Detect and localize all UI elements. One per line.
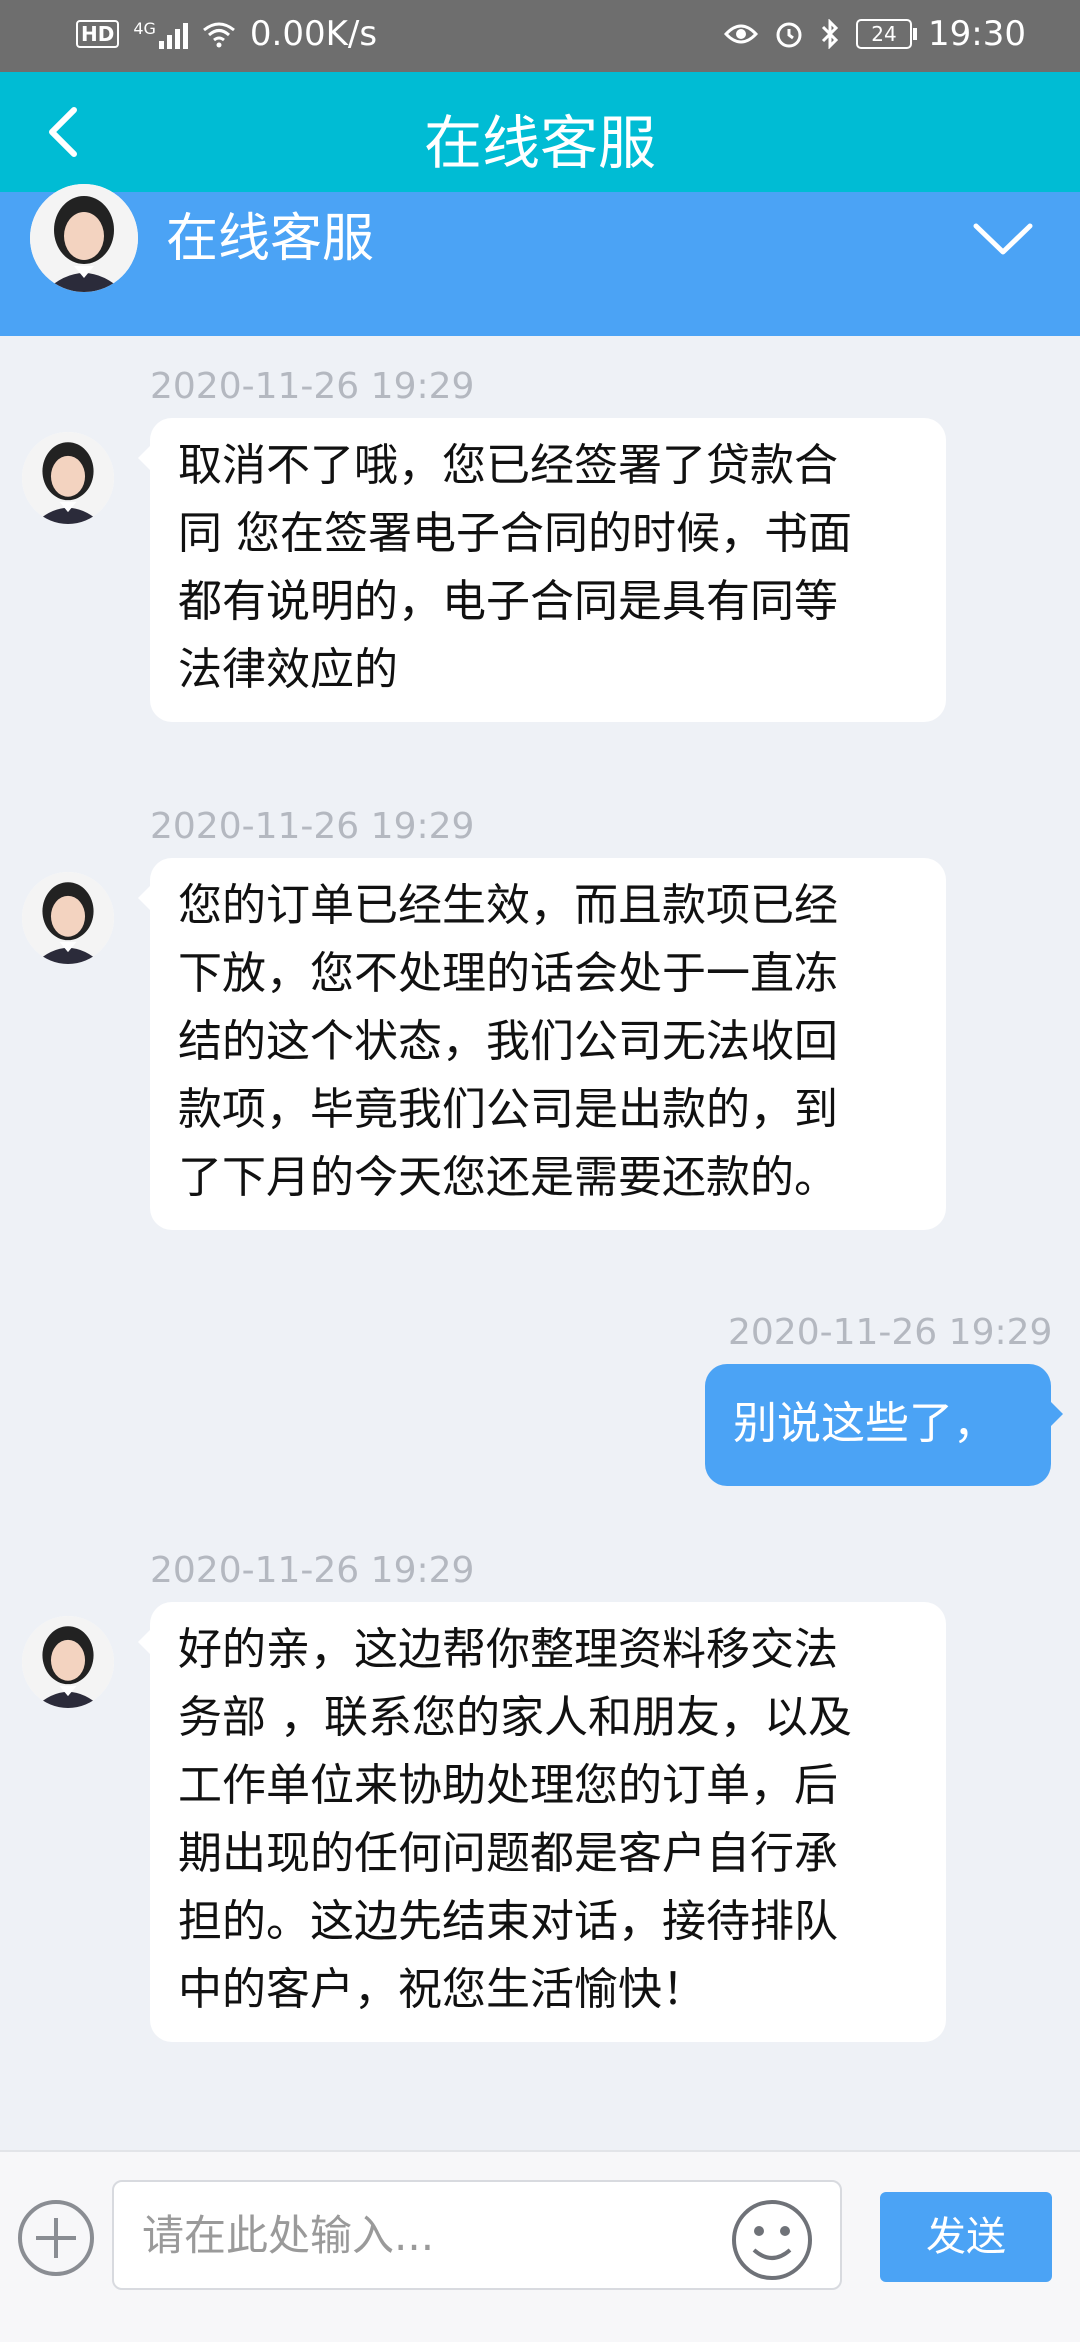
- wifi-icon: [202, 22, 235, 48]
- clock: 19:30: [928, 14, 1026, 54]
- message-bubble[interactable]: 取消不了哦，您已经签署了贷款合 同 您在签署电子合同的时候，书面 都有说明的，电…: [138, 418, 946, 722]
- message-line: 务部 ，联系您的家人和朋友，以及: [178, 1692, 852, 1743]
- agent-avatar: [22, 432, 114, 524]
- hd-badge: HD: [76, 20, 120, 48]
- message-bubble-outgoing[interactable]: 别说这些了，: [705, 1364, 1063, 1486]
- page-title: 在线客服: [423, 109, 656, 177]
- battery-level: 24: [871, 22, 897, 46]
- app-bar: 在线客服: [0, 72, 1080, 192]
- message-line: 下放，您不处理的话会处于一直冻: [178, 948, 838, 999]
- agent-avatar: [22, 1616, 114, 1708]
- message-line: 别说这些了，: [733, 1398, 997, 1449]
- message-timestamp: 2020-11-26 19:29: [150, 806, 475, 847]
- signal-icon: 4G: [133, 19, 188, 49]
- alarm-icon: [776, 22, 802, 48]
- eye-icon: [724, 24, 759, 44]
- network-speed: 0.00K/s: [249, 14, 378, 54]
- message-line: 款项，毕竟我们公司是出款的，到: [178, 1084, 838, 1135]
- send-button[interactable]: 发送: [880, 2192, 1052, 2282]
- bluetooth-icon: [821, 19, 839, 49]
- message-line: 同 您在签署电子合同的时候，书面: [178, 508, 852, 559]
- add-icon[interactable]: [16, 2198, 96, 2278]
- status-bar: HD 4G 0.00K/s 24 19:30: [0, 0, 1080, 72]
- message-timestamp: 2020-11-26 19:29: [728, 1312, 1053, 1353]
- message-line: 了下月的今天您还是需要还款的。: [178, 1152, 838, 1203]
- agent-avatar: [22, 872, 114, 964]
- message-line: 法律效应的: [178, 644, 398, 695]
- emoji-icon[interactable]: [730, 2198, 814, 2282]
- message-line: 结的这个状态，我们公司无法收回: [178, 1016, 838, 1067]
- network-type-label: 4G: [133, 19, 156, 38]
- message-line: 都有说明的，电子合同是具有同等: [178, 576, 838, 627]
- agent-name: 在线客服: [166, 209, 375, 269]
- message-line: 期出现的任何问题都是客户自行承: [178, 1828, 838, 1879]
- message-line: 担的。这边先结束对话，接待排队: [178, 1896, 838, 1947]
- chevron-down-icon[interactable]: [968, 214, 1038, 264]
- message-timestamp: 2020-11-26 19:29: [150, 1550, 475, 1591]
- agent-header[interactable]: 在线客服: [0, 184, 1080, 336]
- message-line: 工作单位来协助处理您的订单，后: [178, 1760, 838, 1811]
- input-bar: 发送: [0, 2150, 1080, 2342]
- message-line: 中的客户，祝您生活愉快！: [178, 1964, 706, 2015]
- message-bubble[interactable]: 好的亲，这边帮你整理资料移交法 务部 ，联系您的家人和朋友，以及 工作单位来协助…: [138, 1602, 946, 2042]
- battery-icon: 24: [856, 19, 918, 49]
- message-line: 您的订单已经生效，而且款项已经: [178, 880, 838, 931]
- agent-avatar: [30, 184, 138, 292]
- message-line: 好的亲，这边帮你整理资料移交法: [178, 1624, 838, 1675]
- message-bubble[interactable]: 您的订单已经生效，而且款项已经 下放，您不处理的话会处于一直冻 结的这个状态，我…: [138, 858, 946, 1230]
- message-timestamp: 2020-11-26 19:29: [150, 366, 475, 407]
- message-line: 取消不了哦，您已经签署了贷款合: [178, 440, 838, 491]
